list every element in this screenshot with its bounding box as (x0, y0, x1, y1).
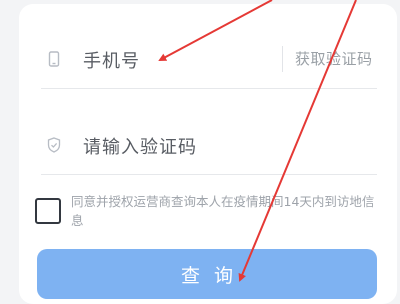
consent-checkbox[interactable] (35, 198, 61, 224)
query-button[interactable]: 查询 (37, 249, 377, 299)
shield-check-icon (47, 137, 61, 153)
phone-icon (47, 51, 61, 67)
field-divider (282, 46, 283, 72)
code-underline (41, 174, 377, 175)
consent-text: 同意并授权运营商查询本人在疫情期间14天内到访地信息 (71, 194, 375, 228)
phone-underline (41, 88, 377, 89)
code-input[interactable]: 请输入验证码 (83, 133, 197, 159)
phone-field[interactable]: 手机号 获取验证码 (19, 30, 397, 88)
code-field[interactable]: 请输入验证码 (19, 114, 397, 174)
query-form-card: 手机号 获取验证码 请输入验证码 同意并授权运营商查询本人在疫情期间14天内到访… (19, 4, 397, 304)
phone-input[interactable]: 手机号 (83, 47, 140, 73)
get-code-button[interactable]: 获取验证码 (295, 48, 373, 69)
